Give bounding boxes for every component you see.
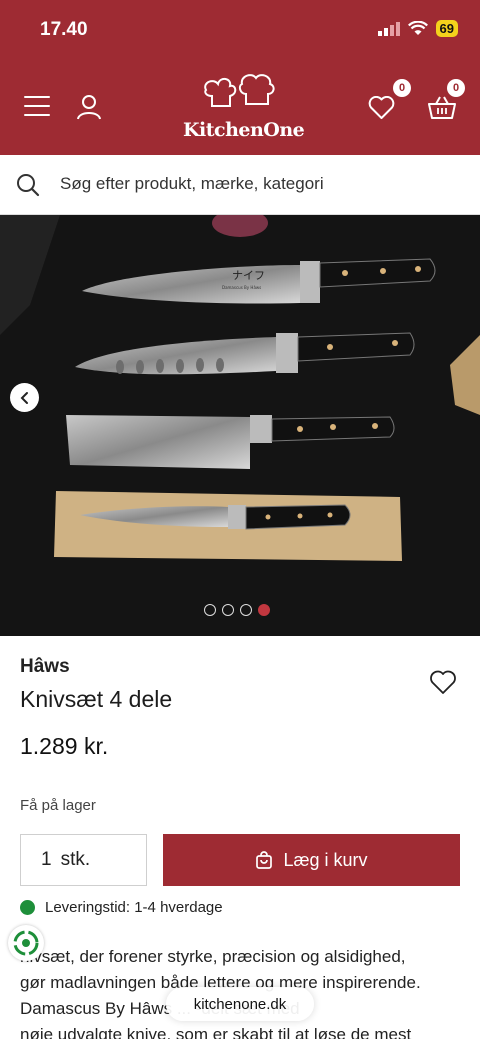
gallery-pagination: [204, 604, 270, 616]
hamburger-menu-icon[interactable]: [24, 96, 50, 118]
chevron-left-icon: [20, 391, 28, 404]
wishlist-count-badge: 0: [393, 79, 411, 97]
search-icon: [17, 174, 40, 197]
gallery-dot-active[interactable]: [258, 604, 270, 616]
description-line: nøje udvalgte knive, som er skabt til at…: [20, 1025, 412, 1039]
add-to-cart-button[interactable]: Læg i kurv: [163, 834, 460, 886]
chef-hats-logo-icon: [204, 74, 275, 107]
product-brand[interactable]: Hâws: [20, 656, 70, 678]
blade-engraving-brand: Damascus By Hâws: [222, 285, 261, 290]
delivery-time: Leveringstid: 1-4 hverdage: [45, 899, 223, 916]
blade-engraving-kana: ナイフ: [232, 269, 265, 282]
signal-icon: [377, 21, 400, 36]
quantity-selector[interactable]: 1 stk.: [20, 834, 147, 886]
description-line: nivsæt, der forener styrke, præcision og…: [20, 947, 406, 966]
battery-indicator: 69: [435, 20, 458, 37]
logo-text: KitchenOne: [183, 119, 305, 141]
add-to-wishlist-heart-icon[interactable]: [429, 670, 457, 695]
search-input[interactable]: Søg efter produkt, mærke, kategori: [60, 174, 324, 194]
app-header: 17.40 69 KitchenOne 0 0: [0, 0, 480, 155]
recycle-icon: [13, 930, 39, 956]
browser-url-bar[interactable]: kitchenone.dk: [166, 987, 314, 1021]
stock-status: Få på lager: [20, 797, 96, 814]
gallery-prev-button[interactable]: [10, 383, 39, 412]
gallery-dot[interactable]: [240, 604, 252, 616]
product-title: Knivsæt 4 dele: [20, 686, 173, 712]
quantity-unit: stk.: [60, 849, 91, 870]
wishlist-heart-icon[interactable]: [368, 96, 395, 120]
product-image-gallery[interactable]: ナイフ Damascus By Hâws: [0, 215, 480, 636]
shopping-basket-icon[interactable]: [428, 95, 456, 120]
add-to-cart-label: Læg i kurv: [283, 849, 368, 870]
cart-count-badge: 0: [447, 79, 465, 97]
gallery-dot[interactable]: [222, 604, 234, 616]
availability-dot: [20, 900, 35, 915]
wifi-icon: [407, 21, 428, 35]
product-price: 1.289 kr.: [20, 733, 109, 759]
gallery-dot[interactable]: [204, 604, 216, 616]
knife-set-product-image: ナイフ Damascus By Hâws: [0, 215, 480, 636]
shopping-bag-icon: [256, 851, 273, 869]
status-icons: 69: [377, 20, 458, 37]
delivery-info: Leveringstid: 1-4 hverdage: [20, 899, 223, 916]
eco-badge-icon[interactable]: [8, 925, 44, 961]
quantity-value: 1: [41, 849, 52, 870]
kitchenone-logo[interactable]: KitchenOne: [183, 72, 305, 141]
search-bar[interactable]: Søg efter produkt, mærke, kategori: [0, 155, 480, 215]
user-account-icon[interactable]: [76, 94, 102, 120]
status-time: 17.40: [40, 19, 88, 40]
